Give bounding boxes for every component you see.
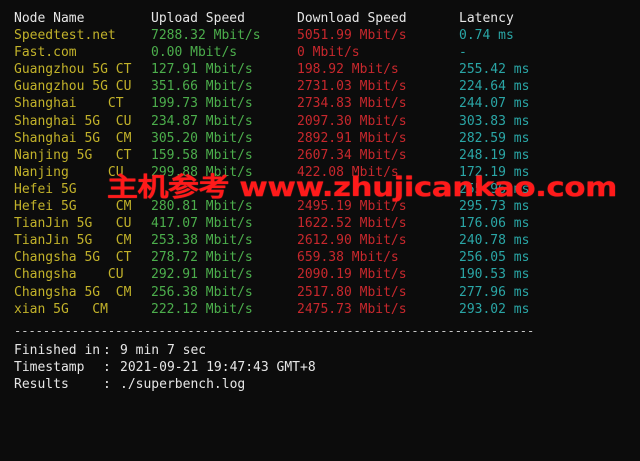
table-header: Node Name Upload Speed Download Speed La…: [0, 10, 514, 27]
upload-speed: 7288.32 Mbit/s: [151, 28, 261, 43]
download-speed: 5051.99 Mbit/s: [297, 28, 407, 43]
node-name: Hefei 5G: [14, 182, 77, 197]
latency: 244.07 ms: [459, 96, 530, 111]
upload-speed: 222.12 Mbit/s: [151, 302, 253, 317]
node-name: TianJin 5G CU: [14, 216, 132, 231]
latency: -: [459, 45, 467, 60]
summary-value-finished: 9 min 7 sec: [120, 343, 207, 358]
download-speed: 0 Mbit/s: [297, 45, 360, 60]
latency: 277.96 ms: [459, 285, 530, 300]
upload-speed: 351.66 Mbit/s: [151, 79, 253, 94]
latency: 282.59 ms: [459, 131, 530, 146]
latency: 240.78 ms: [459, 233, 530, 248]
terminal-window: Node Name Upload Speed Download Speed La…: [0, 0, 640, 402]
header-node-name: Node Name: [14, 11, 85, 26]
summary-results: Results : ./superbench.log: [0, 376, 245, 393]
summary-colon: :: [103, 360, 111, 375]
node-name: Fast.com: [14, 45, 77, 60]
node-name: Changsha CU: [14, 267, 124, 282]
latency: 0.74 ms: [459, 28, 514, 43]
download-speed: 2892.91 Mbit/s: [297, 131, 407, 146]
latency: 224.64 ms: [459, 79, 530, 94]
download-speed: 1622.52 Mbit/s: [297, 216, 407, 231]
separator-line: ----------------------------------------…: [14, 324, 535, 338]
download-speed: 2097.30 Mbit/s: [297, 114, 407, 129]
summary-label-finished: Finished in: [14, 343, 101, 358]
latency: 293.02 ms: [459, 302, 530, 317]
header-latency: Latency: [459, 11, 514, 26]
summary-value-timestamp: 2021-09-21 19:47:43 GMT+8: [120, 360, 316, 375]
upload-speed: 253.38 Mbit/s: [151, 233, 253, 248]
node-name: Changsha 5G CM: [14, 285, 132, 300]
watermark-text: 主机参考 www.zhujicankao.com: [107, 172, 617, 203]
upload-speed: 159.58 Mbit/s: [151, 148, 253, 163]
summary-timestamp: Timestamp : 2021-09-21 19:47:43 GMT+8: [0, 359, 316, 376]
download-speed: 2607.34 Mbit/s: [297, 148, 407, 163]
download-speed: 2475.73 Mbit/s: [297, 302, 407, 317]
upload-speed: 305.20 Mbit/s: [151, 131, 253, 146]
latency: 303.83 ms: [459, 114, 530, 129]
latency: 190.53 ms: [459, 267, 530, 282]
latency: 256.05 ms: [459, 250, 530, 265]
download-speed: 2090.19 Mbit/s: [297, 267, 407, 282]
upload-speed: 278.72 Mbit/s: [151, 250, 253, 265]
upload-speed: 292.91 Mbit/s: [151, 267, 253, 282]
latency: 176.06 ms: [459, 216, 530, 231]
node-name: Shanghai CT: [14, 96, 124, 111]
download-speed: 2612.90 Mbit/s: [297, 233, 407, 248]
header-upload-speed: Upload Speed: [151, 11, 245, 26]
latency: 248.19 ms: [459, 148, 530, 163]
summary-finished: Finished in : 9 min 7 sec: [0, 342, 206, 359]
upload-speed: 234.87 Mbit/s: [151, 114, 253, 129]
summary-label-timestamp: Timestamp: [14, 360, 85, 375]
node-name: Shanghai 5G CM: [14, 131, 132, 146]
latency: 255.42 ms: [459, 62, 530, 77]
summary-colon: :: [103, 377, 111, 392]
download-speed: 198.92 Mbit/s: [297, 62, 399, 77]
upload-speed: 417.07 Mbit/s: [151, 216, 253, 231]
node-name: Shanghai 5G CU: [14, 114, 132, 129]
upload-speed: 256.38 Mbit/s: [151, 285, 253, 300]
download-speed: 2517.80 Mbit/s: [297, 285, 407, 300]
upload-speed: 0.00 Mbit/s: [151, 45, 238, 60]
node-name: Guangzhou 5G CU: [14, 79, 132, 94]
download-speed: 2731.03 Mbit/s: [297, 79, 407, 94]
node-name: Changsha 5G CT: [14, 250, 132, 265]
node-name: Guangzhou 5G CT: [14, 62, 132, 77]
upload-speed: 127.91 Mbit/s: [151, 62, 253, 77]
download-speed: 2734.83 Mbit/s: [297, 96, 407, 111]
summary-value-results: ./superbench.log: [120, 377, 246, 392]
node-name: Nanjing 5G CT: [14, 148, 132, 163]
summary-colon: :: [103, 343, 111, 358]
node-name: TianJin 5G CM: [14, 233, 132, 248]
download-speed: 659.38 Mbit/s: [297, 250, 399, 265]
node-name: Speedtest.net: [14, 28, 116, 43]
summary-label-results: Results: [14, 377, 69, 392]
header-download-speed: Download Speed: [297, 11, 407, 26]
upload-speed: 199.73 Mbit/s: [151, 96, 253, 111]
node-name: xian 5G CM: [14, 302, 108, 317]
